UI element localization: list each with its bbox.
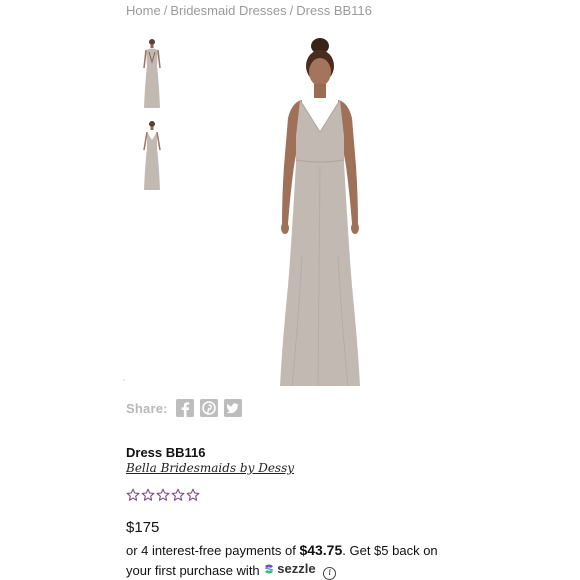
star-icon[interactable] — [126, 488, 140, 502]
breadcrumb-current: Dress BB116 — [296, 3, 372, 18]
product-main-image[interactable] — [262, 36, 378, 392]
breadcrumb-home-link[interactable]: Home — [126, 3, 161, 18]
star-icon[interactable] — [141, 488, 155, 502]
facebook-icon[interactable] — [175, 399, 194, 417]
pinterest-icon[interactable] — [199, 399, 218, 417]
share-label: Share: — [126, 400, 168, 416]
star-icon[interactable] — [156, 488, 170, 502]
installment-prefix: or 4 interest-free payments of — [126, 543, 296, 558]
share-bar: Share: — [126, 399, 248, 417]
gallery-indicator — [123, 379, 125, 381]
breadcrumb-bridesmaid-dresses-link[interactable]: Bridesmaid Dresses — [170, 3, 286, 18]
sezzle-logo[interactable]: sezzle — [263, 560, 316, 578]
breadcrumb-separator: / — [163, 3, 168, 18]
installment-amount: $43.75 — [299, 542, 343, 558]
twitter-icon[interactable] — [223, 399, 242, 417]
breadcrumb-separator: / — [289, 3, 294, 18]
star-icon[interactable] — [186, 488, 200, 502]
rating-stars[interactable] — [126, 488, 201, 502]
thumbnail-back-view[interactable] — [140, 38, 164, 110]
info-icon[interactable]: i — [323, 566, 337, 580]
breadcrumb: Home / Bridesmaid Dresses / Dress BB116 — [126, 3, 372, 18]
thumbnail-front-view[interactable] — [140, 120, 164, 192]
product-page: Home/Bridesmaid Dresses/Dress BB116 — [0, 0, 580, 580]
product-price: $175 — [126, 519, 160, 536]
star-icon[interactable] — [171, 488, 185, 502]
product-name: Dress BB116 — [126, 445, 206, 460]
sezzle-icon — [265, 564, 274, 574]
sezzle-wordmark: sezzle — [277, 561, 316, 576]
designer-link[interactable]: Bella Bridesmaids by Dessy — [126, 461, 294, 475]
installment-info: or 4 interest-free payments of $43.75. G… — [126, 541, 456, 580]
